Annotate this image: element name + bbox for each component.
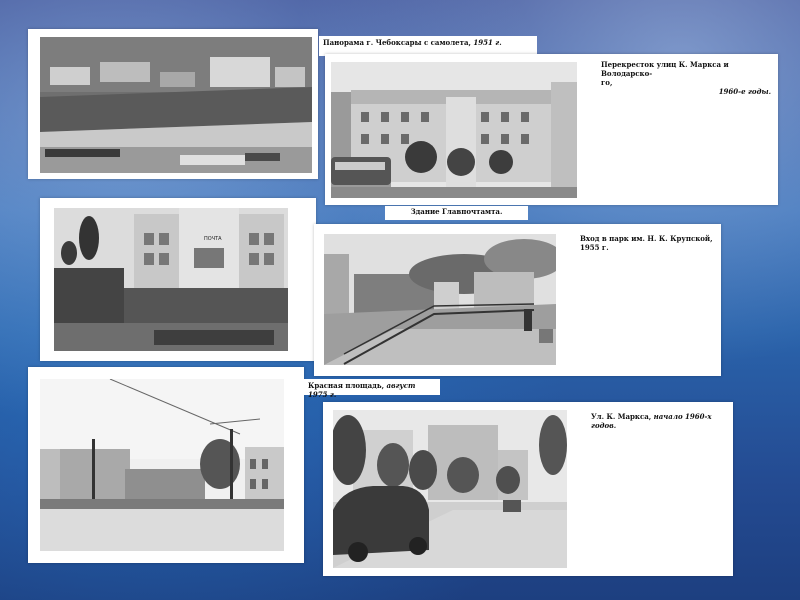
card-marx-street: Ул. К. Маркса, начало 1960-х годов. — [323, 402, 733, 576]
post-office-sign: ПОЧТА — [204, 236, 222, 242]
photo-panorama — [40, 37, 312, 173]
photo-red-square — [40, 379, 284, 551]
caption-red-square-text: Красная площадь, — [308, 381, 385, 390]
caption-marx-street: Ул. К. Маркса, начало 1960-х годов. — [591, 412, 729, 430]
card-red-square — [28, 367, 304, 563]
caption-marx-street-text: Ул. К. Маркса, — [591, 412, 652, 421]
caption-park: Вход в парк им. Н. К. Крупской, 1955 г. — [580, 234, 716, 252]
card-crossroad: Перекресток улиц К. Маркса и Володарско-… — [325, 54, 778, 205]
photo-post-office: ПОЧТА — [54, 208, 288, 351]
caption-panorama: Панорама г. Чебоксары с самолета, 1951 г… — [319, 36, 537, 56]
caption-crossroad-years: 1960-е годы. — [718, 87, 771, 96]
slide: { "captions": { "panorama": "Панорама г.… — [0, 0, 800, 600]
caption-crossroad: Перекресток улиц К. Маркса и Володарско-… — [601, 60, 773, 96]
caption-crossroad-line1: Перекресток улиц К. Маркса и Володарско- — [601, 60, 729, 78]
photo-crossroad — [331, 62, 577, 198]
caption-post-office-text: Здание Главпочтамта. — [410, 207, 503, 216]
card-park: Вход в парк им. Н. К. Крупской, 1955 г. — [314, 224, 721, 376]
photo-marx-street — [333, 410, 567, 568]
caption-park-text: Вход в парк им. Н. К. Крупской, 1955 г. — [580, 234, 713, 252]
caption-red-square: Красная площадь, август 1975 г. — [304, 379, 440, 399]
caption-panorama-year: 1951 г. — [473, 38, 502, 47]
card-post-office: ПОЧТА — [40, 198, 316, 361]
caption-post-office: Здание Главпочтамта. — [385, 206, 528, 220]
caption-crossroad-line2: го, — [601, 78, 613, 87]
card-panorama — [28, 29, 318, 179]
caption-panorama-text: Панорама г. Чебоксары с самолета, — [323, 38, 471, 47]
photo-park — [324, 234, 556, 365]
